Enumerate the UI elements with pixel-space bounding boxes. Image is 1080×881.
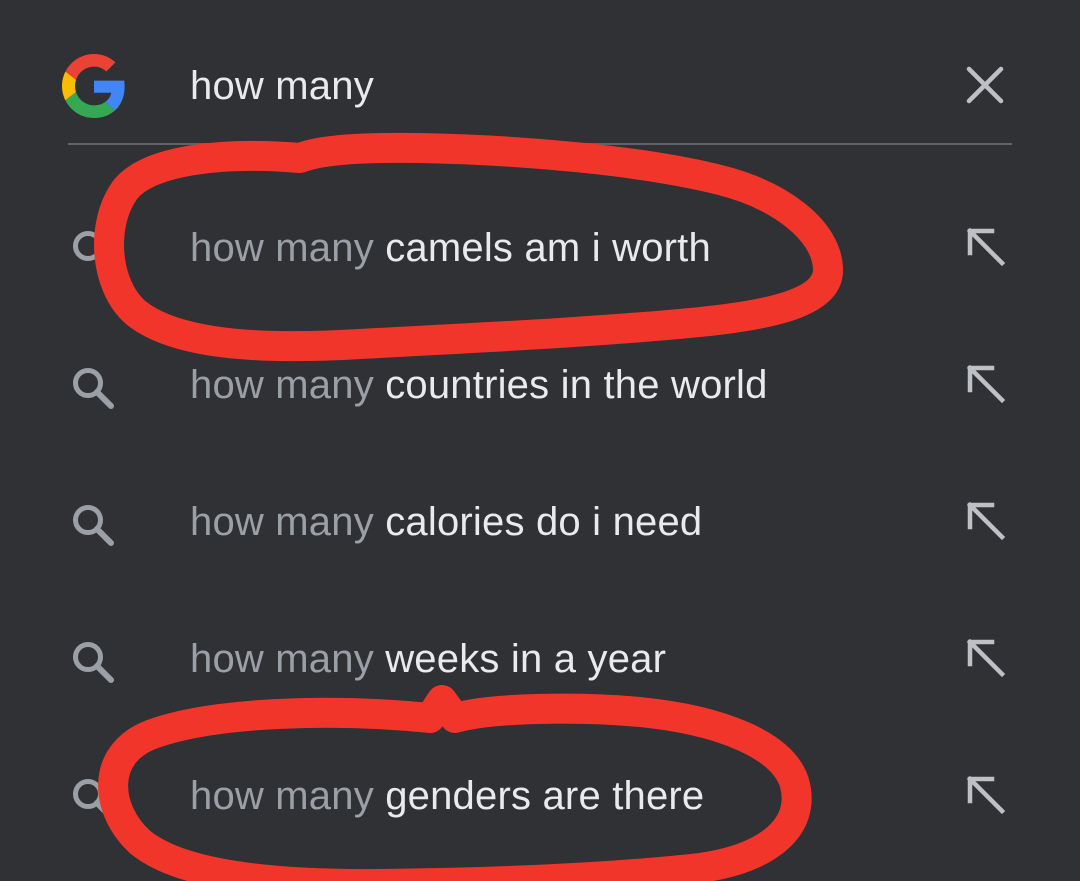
close-icon[interactable]	[960, 60, 1010, 110]
suggestion-prefix: how many	[190, 637, 374, 681]
search-input[interactable]: how many	[190, 60, 374, 112]
search-icon	[73, 368, 114, 409]
search-icon	[73, 231, 114, 272]
search-icon	[73, 642, 114, 683]
arrow-up-left-icon[interactable]	[962, 223, 1010, 271]
suggestion-prefix: how many	[190, 363, 374, 407]
suggestion-prefix: how many	[190, 774, 374, 818]
google-logo-icon	[62, 54, 125, 118]
suggestion-completion: camels am i worth	[373, 226, 711, 270]
arrow-up-left-icon[interactable]	[962, 771, 1010, 819]
suggestion-text: how many camels am i worth	[190, 222, 711, 274]
suggestion-completion: genders are there	[373, 774, 705, 818]
suggestion-completion: weeks in a year	[373, 637, 667, 681]
arrow-up-left-icon[interactable]	[962, 497, 1010, 545]
suggestion-list: how many camels am i worth how many coun…	[0, 145, 1080, 881]
suggestion-text: how many countries in the world	[190, 359, 768, 411]
arrow-up-left-icon[interactable]	[962, 634, 1010, 682]
suggestion-item[interactable]: how many weeks in a year	[0, 590, 1080, 727]
suggestion-text: how many weeks in a year	[190, 633, 666, 685]
suggestion-item[interactable]: how many camels am i worth	[0, 179, 1080, 316]
suggestion-text: how many calories do i need	[190, 496, 702, 548]
suggestion-prefix: how many	[190, 500, 374, 544]
suggestion-completion: countries in the world	[373, 363, 768, 407]
search-bar[interactable]: how many	[0, 0, 1080, 145]
suggestion-item[interactable]: how many calories do i need	[0, 453, 1080, 590]
suggestion-completion: calories do i need	[373, 500, 703, 544]
suggestion-prefix: how many	[190, 226, 374, 270]
search-icon	[73, 505, 114, 546]
suggestion-item[interactable]: how many countries in the world	[0, 316, 1080, 453]
suggestion-item[interactable]: how many genders are there	[0, 727, 1080, 864]
search-screen: how many how many camels am i worth how …	[0, 0, 1080, 881]
search-icon	[73, 779, 114, 820]
suggestion-text: how many genders are there	[190, 770, 704, 822]
arrow-up-left-icon[interactable]	[962, 360, 1010, 408]
